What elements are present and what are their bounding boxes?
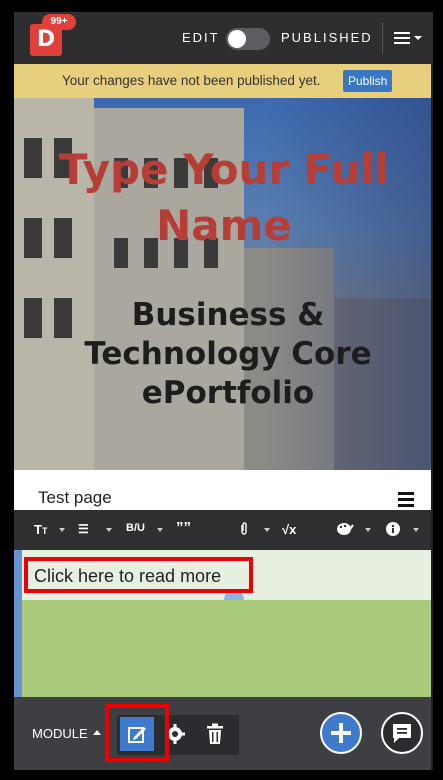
math-icon[interactable]: √x: [282, 522, 296, 537]
publish-button[interactable]: Publish: [343, 70, 393, 92]
hero-name[interactable]: Type Your Full Name: [24, 142, 424, 254]
edit-label: EDIT: [182, 30, 220, 45]
info-icon[interactable]: [386, 522, 400, 539]
chevron-down-icon[interactable]: [157, 528, 163, 532]
attachment-icon[interactable]: [239, 522, 249, 539]
hero-subtitle[interactable]: Business & Technology Core ePortfolio: [38, 296, 418, 413]
page-title[interactable]: Test page: [38, 488, 112, 508]
chevron-down-icon[interactable]: [365, 528, 371, 532]
published-label: PUBLISHED: [281, 30, 373, 45]
read-more-highlight: [24, 557, 253, 593]
scroll-edge: [431, 64, 433, 770]
notification-badge[interactable]: 99+: [42, 14, 76, 30]
chat-icon: [393, 724, 411, 743]
chevron-up-icon[interactable]: [93, 730, 101, 735]
app-frame: D 99+ EDIT PUBLISHED Your changes have n…: [14, 12, 433, 770]
topbar-divider: [382, 22, 383, 54]
paint-icon[interactable]: [336, 522, 354, 539]
quote-icon[interactable]: ””: [176, 519, 191, 536]
top-bar: D 99+ EDIT PUBLISHED: [14, 12, 433, 64]
bold-underline-icon[interactable]: B/U: [126, 522, 145, 534]
chevron-down-icon[interactable]: [264, 528, 270, 532]
edit-published-toggle[interactable]: [226, 28, 270, 50]
toggle-knob: [228, 30, 246, 48]
main-menu-button[interactable]: [390, 26, 430, 50]
hero-banner[interactable]: Type Your Full Name Business & Technolog…: [14, 98, 433, 470]
palette-icon: [337, 523, 354, 535]
delete-module-button[interactable]: [204, 722, 226, 746]
chat-button[interactable]: [381, 712, 423, 754]
info-circle-icon: [386, 522, 400, 536]
page-menu-icon[interactable]: [398, 492, 414, 510]
green-block[interactable]: [22, 600, 431, 710]
bottom-bar: MODULE: [14, 697, 433, 770]
unpublished-notice: Your changes have not been published yet…: [14, 64, 433, 98]
menu-icon: [394, 32, 410, 47]
paperclip-icon: [241, 522, 247, 535]
text-toolbar: TT ☰ B/U ”” √x: [14, 510, 433, 550]
module-menu-label[interactable]: MODULE: [32, 726, 88, 741]
chevron-down-icon[interactable]: [59, 528, 65, 532]
add-module-button[interactable]: [320, 712, 362, 754]
plus-icon: [331, 723, 351, 743]
page-nav: Test page: [14, 470, 433, 510]
trash-icon: [207, 723, 223, 744]
list-icon[interactable]: ☰: [78, 522, 89, 536]
chevron-down-icon[interactable]: [106, 528, 112, 532]
text-size-icon[interactable]: TT: [34, 522, 47, 537]
chevron-down-icon[interactable]: [413, 528, 419, 532]
notice-message: Your changes have not been published yet…: [62, 73, 321, 88]
edit-button-highlight: [105, 704, 169, 762]
chevron-down-icon: [414, 36, 422, 40]
